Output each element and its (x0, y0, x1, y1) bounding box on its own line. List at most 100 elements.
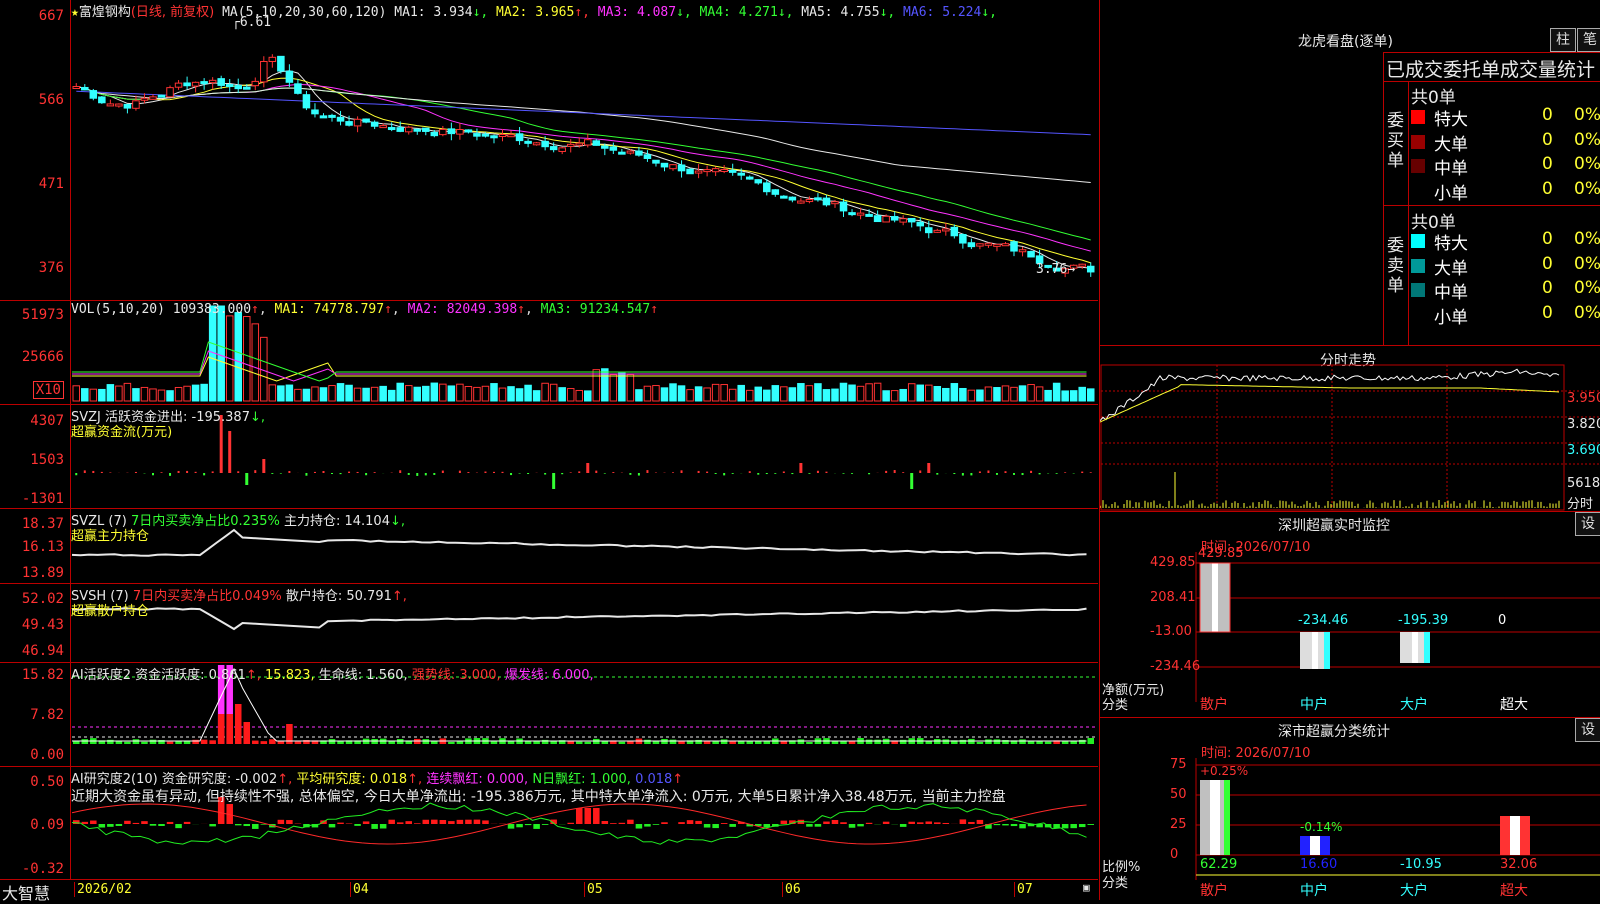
activity-bar[interactable] (167, 742, 174, 744)
candle-body[interactable] (891, 217, 898, 221)
candle-body[interactable] (465, 130, 472, 132)
volume-bar[interactable] (133, 389, 140, 401)
volume-bar[interactable] (278, 386, 285, 401)
activity-bar[interactable] (653, 741, 660, 744)
research-bar[interactable] (644, 824, 651, 827)
candle-body[interactable] (440, 129, 447, 134)
activity-bar[interactable] (806, 742, 813, 744)
activity-bar[interactable] (832, 741, 839, 744)
volume-bar[interactable] (576, 390, 583, 401)
activity-bar[interactable] (1036, 741, 1043, 744)
candle-body[interactable] (934, 230, 941, 232)
candle-body[interactable] (610, 147, 617, 150)
activity-bar[interactable] (874, 740, 881, 744)
volume-bar[interactable] (661, 388, 668, 401)
activity-bar[interactable] (525, 741, 532, 744)
candle-body[interactable] (746, 177, 753, 179)
research-bar[interactable] (806, 824, 813, 827)
candle-body[interactable] (712, 169, 719, 172)
research-bar[interactable] (917, 822, 924, 824)
volume-bar[interactable] (175, 387, 182, 401)
candle-body[interactable] (431, 132, 438, 135)
research-bar[interactable] (440, 820, 447, 824)
candle-body[interactable] (533, 143, 540, 145)
volume-bar[interactable] (866, 384, 873, 401)
volume-bar[interactable] (1087, 389, 1094, 401)
candle-body[interactable] (1028, 252, 1035, 257)
activity-bar[interactable] (644, 740, 651, 744)
volume-bar[interactable] (474, 387, 481, 401)
activity-bar[interactable] (107, 740, 114, 744)
candle-body[interactable] (158, 95, 165, 97)
activity-bar[interactable] (124, 742, 131, 744)
candle-body[interactable] (491, 136, 498, 138)
candle-body[interactable] (798, 201, 805, 203)
candle-body[interactable] (303, 95, 310, 108)
research-bar[interactable] (363, 821, 370, 824)
research-bar[interactable] (593, 808, 600, 824)
svzj-panel[interactable]: 4307 1503 -1301 SVZJ 活跃资金进出: -195.387↓, … (0, 405, 1098, 509)
research-bar[interactable] (244, 824, 251, 826)
volume-bar[interactable] (781, 387, 788, 401)
volume-bar[interactable] (1028, 385, 1035, 401)
research-bar[interactable] (414, 823, 421, 824)
research-bar[interactable] (388, 820, 395, 824)
research-bar[interactable] (1079, 824, 1086, 827)
candle-body[interactable] (1019, 250, 1026, 252)
candle-body[interactable] (423, 128, 430, 131)
candle-body[interactable] (815, 198, 822, 200)
research-bar[interactable] (235, 824, 242, 825)
candle-body[interactable] (107, 104, 114, 106)
volume-bar[interactable] (934, 386, 941, 401)
candle-body[interactable] (951, 227, 958, 235)
research-bar[interactable] (960, 819, 967, 824)
volume-bar[interactable] (746, 390, 753, 401)
volume-bar[interactable] (363, 388, 370, 401)
research-bar[interactable] (900, 824, 907, 827)
research-bar[interactable] (636, 824, 643, 829)
research-bar[interactable] (840, 822, 847, 824)
activity-bar[interactable] (278, 742, 285, 744)
candle-body[interactable] (789, 197, 796, 200)
activity-bar[interactable] (994, 739, 1001, 744)
activity-bar[interactable] (585, 742, 592, 744)
volume-bar[interactable] (1011, 387, 1018, 401)
research-bar[interactable] (576, 808, 583, 824)
research-bar[interactable] (516, 824, 523, 827)
volume-bar[interactable] (960, 388, 967, 401)
volume-bar[interactable] (295, 389, 302, 401)
volume-bar[interactable] (244, 317, 251, 401)
activity-bar[interactable] (448, 742, 455, 744)
volume-bar[interactable] (303, 389, 310, 401)
research-bar[interactable] (687, 820, 694, 824)
research-bar[interactable] (337, 823, 344, 824)
candle-body[interactable] (124, 104, 131, 108)
candle-body[interactable] (678, 165, 685, 171)
candle-body[interactable] (261, 61, 268, 81)
research-bar[interactable] (329, 824, 336, 827)
candle-body[interactable] (516, 134, 523, 141)
candle-body[interactable] (371, 122, 378, 126)
candle-body[interactable] (755, 180, 762, 183)
research-bar[interactable] (508, 824, 515, 829)
volume-bar[interactable] (491, 384, 498, 401)
research-bar[interactable] (150, 824, 157, 826)
ai-activity-panel[interactable]: 15.82 7.82 0.00 AI活跃度2 资金活跃度: 0.861↑, 15… (0, 663, 1098, 767)
candle-body[interactable] (917, 222, 924, 226)
candle-body[interactable] (82, 87, 89, 89)
kline-panel[interactable]: 667 566 471 376 ★富煌钢构(日线, 前复权) MA(5,10,2… (0, 0, 1098, 301)
research-bar[interactable] (627, 820, 634, 824)
research-bar[interactable] (977, 820, 984, 824)
candle-body[interactable] (729, 170, 736, 172)
activity-bar[interactable] (721, 739, 728, 744)
volume-bar[interactable] (312, 387, 319, 401)
volume-bar[interactable] (218, 306, 225, 401)
volume-bar[interactable] (533, 391, 540, 401)
volume-bar[interactable] (201, 384, 208, 401)
candle-body[interactable] (926, 228, 933, 233)
research-bar[interactable] (1019, 824, 1026, 828)
research-bar[interactable] (482, 820, 489, 824)
activity-bar[interactable] (388, 741, 395, 744)
volume-bar[interactable] (585, 391, 592, 401)
research-bar[interactable] (431, 820, 438, 824)
